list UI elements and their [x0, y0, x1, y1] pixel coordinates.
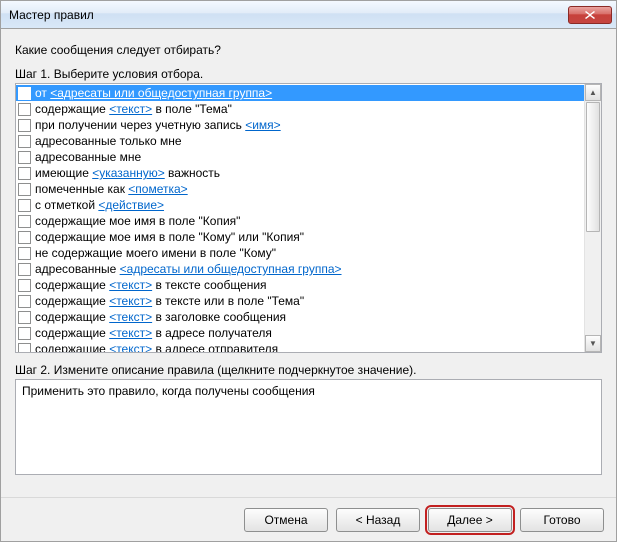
step1-label: Шаг 1. Выберите условия отбора. [15, 67, 602, 81]
condition-checkbox[interactable] [18, 231, 31, 244]
condition-text: с отметкой <действие> [35, 197, 164, 213]
button-row: Отмена < Назад Далее > Готово [1, 497, 616, 541]
rule-description-text: Применить это правило, когда получены со… [22, 384, 315, 398]
close-icon [585, 11, 595, 19]
condition-text: при получении через учетную запись <имя> [35, 117, 281, 133]
condition-row[interactable]: содержащие мое имя в поле "Кому" или "Ко… [16, 229, 584, 245]
condition-checkbox[interactable] [18, 327, 31, 340]
condition-value-link[interactable]: <адресаты или общедоступная группа> [120, 262, 342, 276]
conditions-listbox: от <адресаты или общедоступная группа>со… [15, 83, 602, 353]
condition-text: содержащие <текст> в тексте сообщения [35, 277, 267, 293]
condition-checkbox[interactable] [18, 167, 31, 180]
condition-value-link[interactable]: <действие> [98, 198, 164, 212]
condition-row[interactable]: с отметкой <действие> [16, 197, 584, 213]
scroll-thumb[interactable] [586, 102, 600, 232]
condition-text: от <адресаты или общедоступная группа> [35, 85, 272, 101]
condition-value-link[interactable]: <пометка> [128, 182, 187, 196]
content-area: Какие сообщения следует отбирать? Шаг 1.… [1, 29, 616, 497]
condition-row[interactable]: помеченные как <пометка> [16, 181, 584, 197]
condition-checkbox[interactable] [18, 151, 31, 164]
condition-value-link[interactable]: <текст> [109, 326, 152, 340]
condition-value-link[interactable]: <текст> [109, 278, 152, 292]
condition-text: содержащие <текст> в адресе получателя [35, 325, 272, 341]
condition-row[interactable]: содержащие мое имя в поле "Копия" [16, 213, 584, 229]
condition-checkbox[interactable] [18, 119, 31, 132]
condition-text: содержащие <текст> в адресе отправителя [35, 341, 278, 352]
condition-checkbox[interactable] [18, 343, 31, 353]
condition-row[interactable]: адресованные мне [16, 149, 584, 165]
condition-checkbox[interactable] [18, 135, 31, 148]
condition-checkbox[interactable] [18, 87, 31, 100]
condition-text: содержащие мое имя в поле "Кому" или "Ко… [35, 229, 304, 245]
condition-row[interactable]: содержащие <текст> в поле "Тема" [16, 101, 584, 117]
conditions-list[interactable]: от <адресаты или общедоступная группа>со… [16, 84, 584, 352]
scroll-up-button[interactable]: ▲ [585, 84, 601, 101]
condition-checkbox[interactable] [18, 199, 31, 212]
condition-value-link[interactable]: <текст> [109, 310, 152, 324]
finish-button[interactable]: Готово [520, 508, 604, 532]
prompt-text: Какие сообщения следует отбирать? [15, 43, 602, 57]
cancel-button[interactable]: Отмена [244, 508, 328, 532]
condition-value-link[interactable]: <текст> [109, 342, 152, 352]
condition-value-link[interactable]: <имя> [245, 118, 280, 132]
condition-text: адресованные <адресаты или общедоступная… [35, 261, 342, 277]
condition-value-link[interactable]: <адресаты или общедоступная группа> [50, 86, 272, 100]
condition-row[interactable]: содержащие <текст> в тексте или в поле "… [16, 293, 584, 309]
condition-checkbox[interactable] [18, 215, 31, 228]
rules-wizard-dialog: Мастер правил Какие сообщения следует от… [0, 0, 617, 542]
condition-text: не содержащие моего имени в поле "Кому" [35, 245, 276, 261]
condition-value-link[interactable]: <текст> [109, 102, 152, 116]
condition-text: содержащие <текст> в заголовке сообщения [35, 309, 286, 325]
condition-checkbox[interactable] [18, 279, 31, 292]
titlebar: Мастер правил [1, 1, 616, 29]
condition-checkbox[interactable] [18, 183, 31, 196]
back-button[interactable]: < Назад [336, 508, 420, 532]
scrollbar[interactable]: ▲ ▼ [584, 84, 601, 352]
condition-checkbox[interactable] [18, 311, 31, 324]
condition-text: содержащие <текст> в поле "Тема" [35, 101, 232, 117]
condition-checkbox[interactable] [18, 263, 31, 276]
condition-row[interactable]: не содержащие моего имени в поле "Кому" [16, 245, 584, 261]
next-button[interactable]: Далее > [428, 508, 512, 532]
scroll-down-button[interactable]: ▼ [585, 335, 601, 352]
condition-text: содержащие <текст> в тексте или в поле "… [35, 293, 304, 309]
condition-row[interactable]: содержащие <текст> в адресе отправителя [16, 341, 584, 352]
rule-description-box[interactable]: Применить это правило, когда получены со… [15, 379, 602, 475]
condition-checkbox[interactable] [18, 103, 31, 116]
condition-checkbox[interactable] [18, 247, 31, 260]
condition-row[interactable]: адресованные <адресаты или общедоступная… [16, 261, 584, 277]
condition-row[interactable]: при получении через учетную запись <имя> [16, 117, 584, 133]
condition-text: содержащие мое имя в поле "Копия" [35, 213, 240, 229]
condition-value-link[interactable]: <текст> [109, 294, 152, 308]
condition-row[interactable]: содержащие <текст> в тексте сообщения [16, 277, 584, 293]
condition-row[interactable]: содержащие <текст> в адресе получателя [16, 325, 584, 341]
condition-text: имеющие <указанную> важность [35, 165, 220, 181]
window-title: Мастер правил [9, 8, 568, 22]
condition-text: адресованные только мне [35, 133, 182, 149]
condition-row[interactable]: содержащие <текст> в заголовке сообщения [16, 309, 584, 325]
condition-checkbox[interactable] [18, 295, 31, 308]
close-button[interactable] [568, 6, 612, 24]
condition-text: адресованные мне [35, 149, 141, 165]
condition-row[interactable]: адресованные только мне [16, 133, 584, 149]
condition-row[interactable]: имеющие <указанную> важность [16, 165, 584, 181]
condition-row[interactable]: от <адресаты или общедоступная группа> [16, 85, 584, 101]
condition-value-link[interactable]: <указанную> [92, 166, 165, 180]
step2-label: Шаг 2. Измените описание правила (щелкни… [15, 363, 602, 377]
condition-text: помеченные как <пометка> [35, 181, 188, 197]
